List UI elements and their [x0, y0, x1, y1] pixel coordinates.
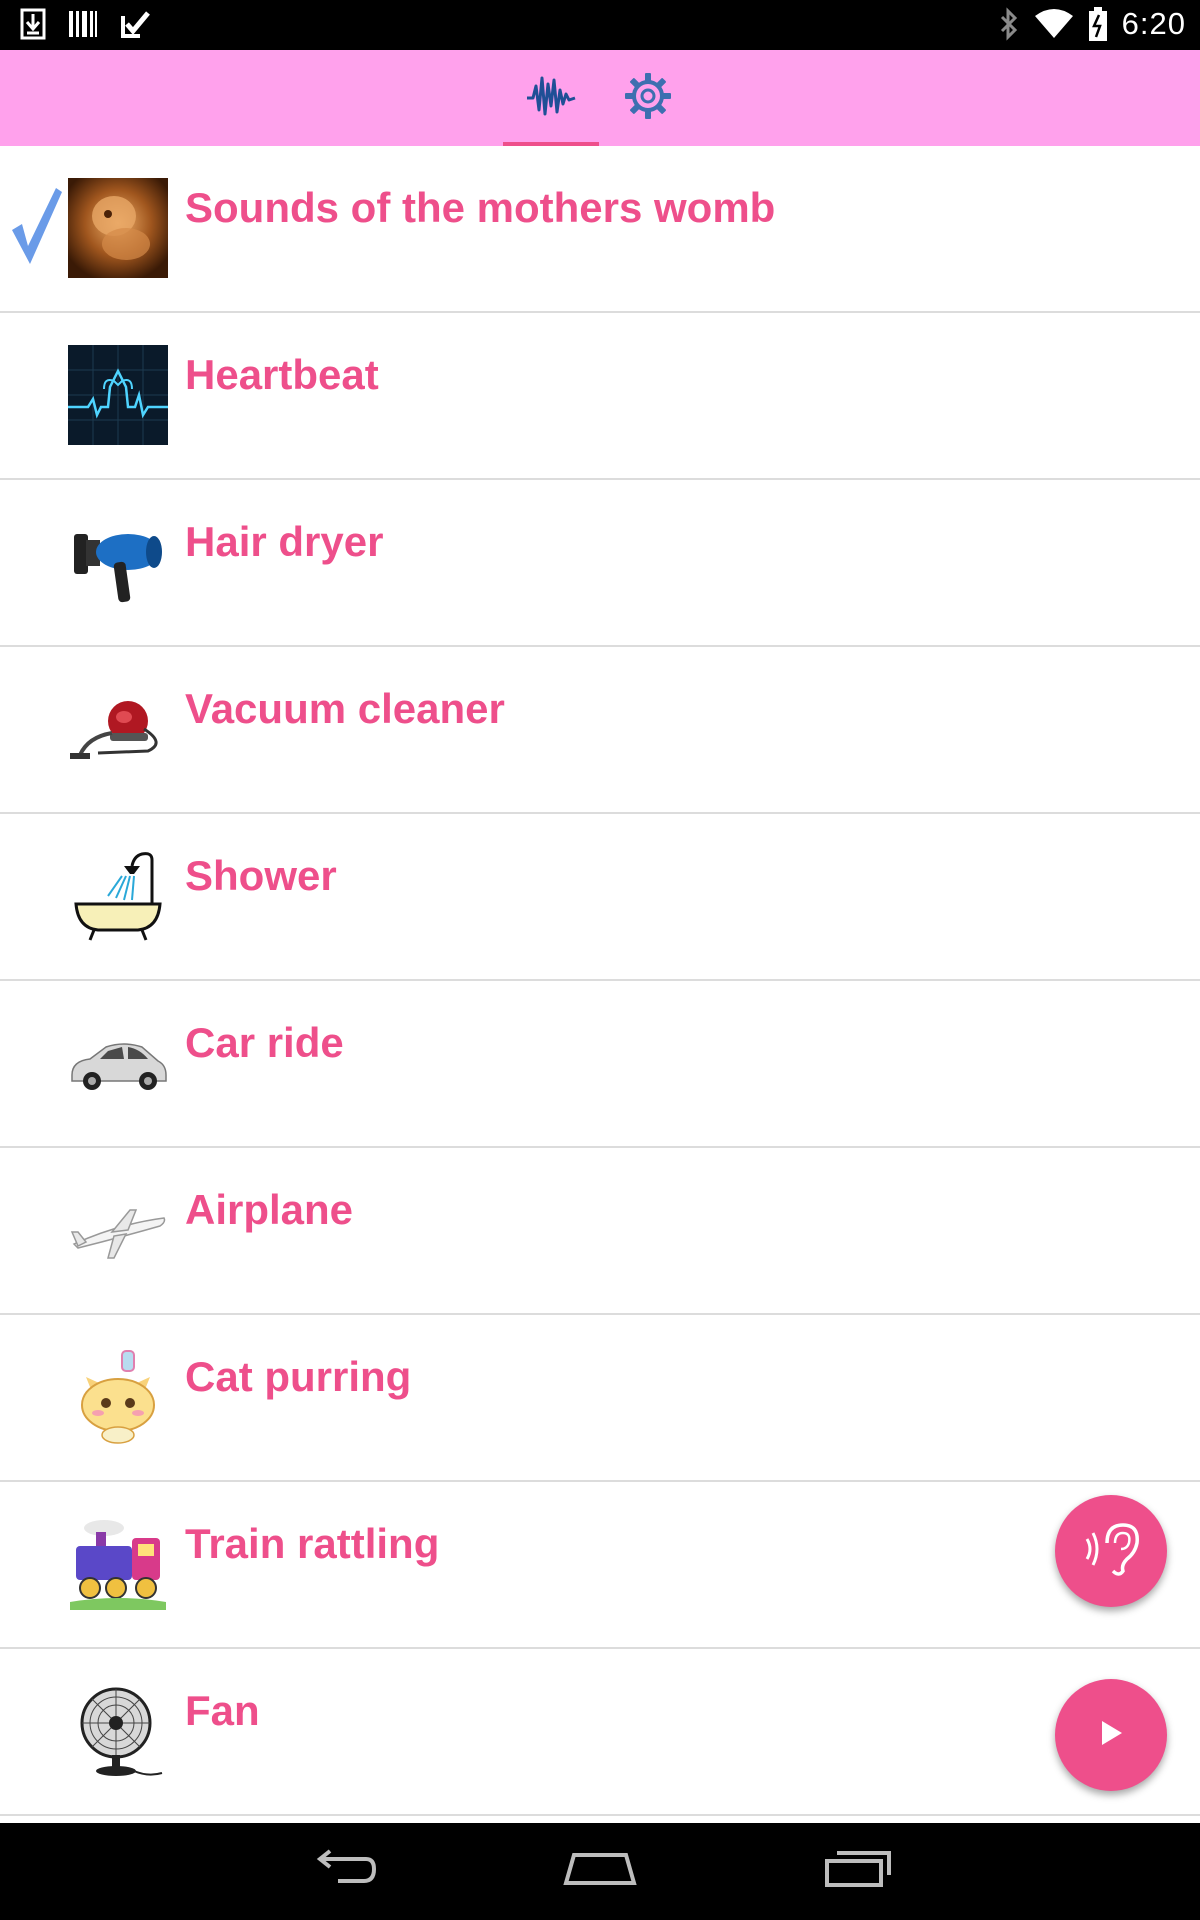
- tab-sounds[interactable]: [503, 50, 599, 146]
- notification-icons: [20, 8, 150, 40]
- download-icon: [20, 8, 46, 40]
- task-check-icon: [120, 8, 150, 40]
- waveform-icon: [525, 70, 577, 127]
- airplane-icon: [68, 1180, 168, 1280]
- sound-item-womb[interactable]: Sounds of the mothers womb: [0, 146, 1200, 313]
- womb-ultrasound-icon: [68, 178, 168, 278]
- home-button[interactable]: [545, 1841, 655, 1901]
- sound-item-shower[interactable]: Shower: [0, 814, 1200, 981]
- back-button[interactable]: [288, 1841, 398, 1901]
- fan-icon: [68, 1681, 168, 1781]
- battery-icon: [1088, 7, 1108, 41]
- system-icons: 6:20: [998, 6, 1186, 42]
- gear-icon: [623, 71, 673, 126]
- selected-checkmark-icon: [10, 186, 62, 264]
- sound-item-hair-dryer[interactable]: Hair dryer: [0, 480, 1200, 647]
- sound-label: Hair dryer: [185, 518, 384, 565]
- sound-item-vacuum-cleaner[interactable]: Vacuum cleaner: [0, 647, 1200, 814]
- sound-label: Cat purring: [185, 1353, 412, 1400]
- sound-item-car-ride[interactable]: Car ride: [0, 981, 1200, 1148]
- vacuum-cleaner-icon: [68, 679, 168, 779]
- sound-label: Vacuum cleaner: [185, 685, 505, 732]
- bathtub-shower-icon: [68, 846, 168, 946]
- sound-item-heartbeat[interactable]: Heartbeat: [0, 313, 1200, 480]
- train-icon: [68, 1514, 168, 1614]
- sound-label: Fan: [185, 1687, 260, 1734]
- clock: 6:20: [1121, 6, 1186, 41]
- sound-item-train-rattling[interactable]: Train rattling: [0, 1482, 1200, 1649]
- recent-apps-icon: [823, 1849, 893, 1894]
- barcode-icon: [68, 8, 98, 40]
- sound-item-fan[interactable]: Fan: [0, 1649, 1200, 1816]
- sound-label: Car ride: [185, 1019, 344, 1066]
- recent-apps-button[interactable]: [803, 1841, 913, 1901]
- hair-dryer-icon: [68, 512, 168, 612]
- tab-settings[interactable]: [600, 50, 696, 146]
- sound-item-airplane[interactable]: Airplane: [0, 1148, 1200, 1315]
- navigation-bar: [0, 1823, 1200, 1920]
- sound-label: Shower: [185, 852, 337, 899]
- back-icon: [308, 1848, 378, 1894]
- sound-label: Sounds of the mothers womb: [185, 184, 776, 231]
- home-icon: [562, 1851, 638, 1892]
- wifi-icon: [1034, 8, 1074, 40]
- kitten-icon: [68, 1347, 168, 1447]
- sound-list: Sounds of the mothers womb Heartbeat Hai…: [0, 146, 1200, 1816]
- sound-label: Airplane: [185, 1186, 354, 1233]
- bluetooth-icon: [998, 7, 1020, 41]
- sound-label: Heartbeat: [185, 351, 379, 398]
- status-bar: 6:20: [0, 0, 1200, 50]
- tab-bar: [0, 50, 1200, 146]
- car-icon: [68, 1013, 168, 1113]
- sound-item-cat-purring[interactable]: Cat purring: [0, 1315, 1200, 1482]
- heartbeat-monitor-icon: [68, 345, 168, 445]
- play-icon: [1096, 1718, 1126, 1753]
- play-button[interactable]: [1055, 1679, 1167, 1791]
- listen-button[interactable]: [1055, 1495, 1167, 1607]
- ear-sound-icon: [1079, 1521, 1143, 1582]
- sound-label: Train rattling: [185, 1520, 440, 1567]
